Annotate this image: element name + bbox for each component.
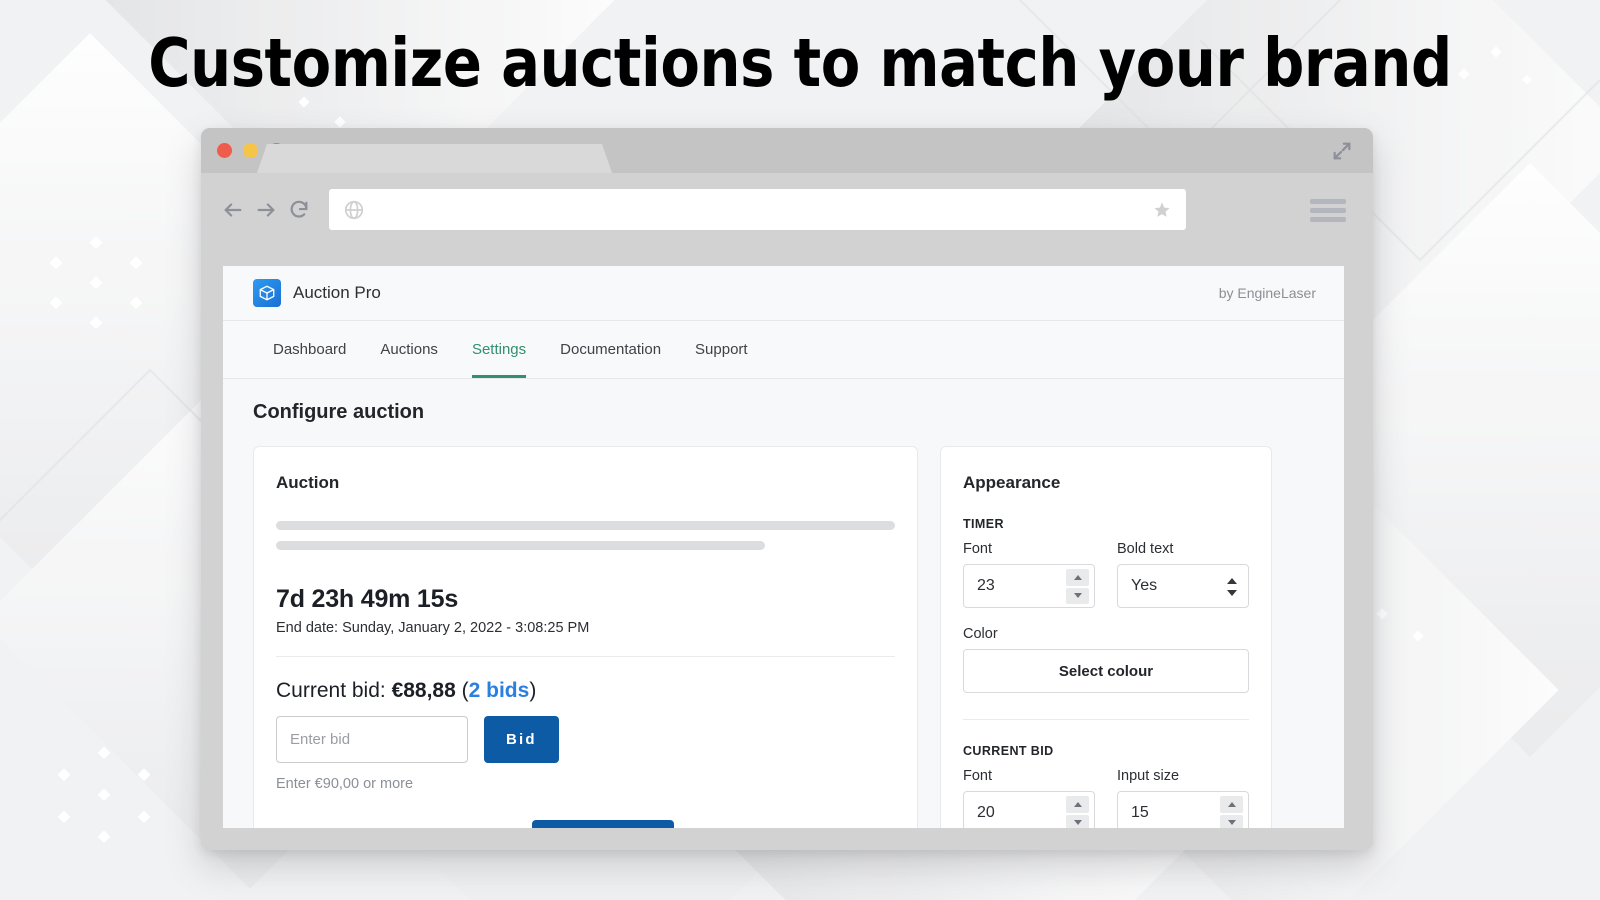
stepper-arrows[interactable] xyxy=(1066,796,1089,828)
expand-arrows-icon[interactable] xyxy=(1331,140,1353,162)
browser-tab[interactable] xyxy=(257,144,612,173)
timer-font-row: Font 23 Bold text Yes xyxy=(963,541,1249,608)
timer-bold-label: Bold text xyxy=(1117,541,1174,557)
timer-color-label: Color xyxy=(963,626,998,642)
auction-timer: 7d 23h 49m 15s xyxy=(276,585,459,613)
current-bid-amount: €88,88 xyxy=(391,679,456,702)
current-bid-font-label: Font xyxy=(963,768,993,784)
stepper-down-icon[interactable] xyxy=(1220,814,1243,828)
app-header: Auction Pro by EngineLaser xyxy=(223,266,1344,321)
current-bid-section-heading: CURRENT BID xyxy=(963,744,1054,758)
current-bid-font-value: 20 xyxy=(977,804,995,821)
timer-bold-value: Yes xyxy=(1131,577,1158,594)
tab-auctions[interactable]: Auctions xyxy=(363,321,455,378)
bid-row: Bid xyxy=(276,716,895,763)
appearance-card-title: Appearance xyxy=(963,473,1061,492)
timer-bold-select[interactable]: Yes xyxy=(1117,564,1249,608)
reload-button[interactable] xyxy=(288,199,310,221)
stepper-up-icon[interactable] xyxy=(1220,796,1243,813)
stepper-arrows[interactable] xyxy=(1066,569,1089,604)
appearance-divider xyxy=(963,719,1249,720)
cards-row: Auction 7d 23h 49m 15s End date: Sunday,… xyxy=(253,446,1314,828)
timer-bold-field: Bold text Yes xyxy=(1117,541,1249,608)
current-bid-input-size-stepper[interactable]: 15 xyxy=(1117,791,1249,828)
timer-section-heading: TIMER xyxy=(963,517,1004,531)
app-byline: by EngineLaser xyxy=(1218,285,1316,301)
page-viewport: Auction Pro by EngineLaser Dashboard Auc… xyxy=(223,266,1344,828)
poster-headline: Customize auctions to match your brand xyxy=(148,24,1452,102)
auction-end-date: End date: Sunday, January 2, 2022 - 3:08… xyxy=(276,620,590,636)
appearance-card: Appearance TIMER Font 23 Bold text Yes C… xyxy=(940,446,1272,828)
auction-card-title: Auction xyxy=(276,473,340,492)
current-bid-font-stepper[interactable]: 20 xyxy=(963,791,1095,828)
tab-dashboard[interactable]: Dashboard xyxy=(253,321,363,378)
poster-stage: Customize auctions to match your brand A… xyxy=(0,0,1600,900)
bid-hint: Enter €90,00 or more xyxy=(276,776,414,792)
forward-button[interactable] xyxy=(255,199,277,221)
current-bid-input-size-field: Input size 15 xyxy=(1117,768,1249,828)
buy-it-now-row: Buy It Now Price: €188,88 Buy it now xyxy=(276,820,895,828)
select-updown-chevron-icon xyxy=(1226,578,1237,596)
current-bid-input-size-value: 15 xyxy=(1131,804,1149,821)
browser-toolbar xyxy=(201,173,1373,245)
bids-count-link[interactable]: 2 bids xyxy=(469,679,530,702)
skeleton-bar-2 xyxy=(276,541,765,550)
stepper-down-icon[interactable] xyxy=(1066,587,1089,604)
hamburger-menu-icon[interactable] xyxy=(1310,199,1346,222)
tab-support[interactable]: Support xyxy=(678,321,765,378)
star-icon[interactable] xyxy=(1152,200,1172,220)
current-bid-font-field: Font 20 xyxy=(963,768,1095,828)
back-button[interactable] xyxy=(222,199,244,221)
bid-input[interactable] xyxy=(276,716,468,763)
stepper-up-icon[interactable] xyxy=(1066,569,1089,586)
bid-button[interactable]: Bid xyxy=(484,716,559,763)
auction-preview-card: Auction 7d 23h 49m 15s End date: Sunday,… xyxy=(253,446,918,828)
current-bid-line: Current bid: €88,88 (2 bids) xyxy=(276,679,895,703)
select-colour-button[interactable]: Select colour xyxy=(963,649,1249,693)
timer-font-stepper[interactable]: 23 xyxy=(963,564,1095,608)
bids-paren-open: ( xyxy=(455,679,469,702)
minimize-window-button[interactable] xyxy=(243,143,258,158)
timer-font-label: Font xyxy=(963,541,993,557)
browser-window: Auction Pro by EngineLaser Dashboard Auc… xyxy=(201,128,1373,850)
buy-it-now-button[interactable]: Buy it now xyxy=(532,820,675,828)
current-bid-prefix: Current bid: xyxy=(276,679,392,702)
tab-documentation[interactable]: Documentation xyxy=(543,321,678,378)
address-bar[interactable] xyxy=(329,189,1186,230)
app-title: Auction Pro xyxy=(293,283,381,302)
current-bid-input-size-label: Input size xyxy=(1117,768,1180,784)
close-window-button[interactable] xyxy=(217,143,232,158)
browser-footer xyxy=(201,828,1373,850)
timer-font-value: 23 xyxy=(977,577,995,594)
app-nav-tabs: Dashboard Auctions Settings Documentatio… xyxy=(223,321,1344,379)
timer-font-field: Font 23 xyxy=(963,541,1095,608)
current-bid-font-row: Font 20 Input size 15 xyxy=(963,768,1249,828)
cube-box-icon xyxy=(253,279,281,307)
globe-icon xyxy=(343,199,365,221)
page-title: Configure auction xyxy=(253,401,425,423)
bids-paren-close: ) xyxy=(529,679,537,702)
stepper-up-icon[interactable] xyxy=(1066,796,1089,813)
browser-titlebar xyxy=(201,128,1373,173)
appearance-inner: Appearance TIMER Font 23 Bold text Yes C… xyxy=(941,447,1271,828)
tab-settings[interactable]: Settings xyxy=(455,321,543,378)
stepper-arrows[interactable] xyxy=(1220,796,1243,828)
stepper-down-icon[interactable] xyxy=(1066,814,1089,828)
divider xyxy=(276,656,895,657)
page-body: Configure auction Auction 7d 23h 49m 15s… xyxy=(223,379,1344,828)
skeleton-bar-1 xyxy=(276,521,895,530)
